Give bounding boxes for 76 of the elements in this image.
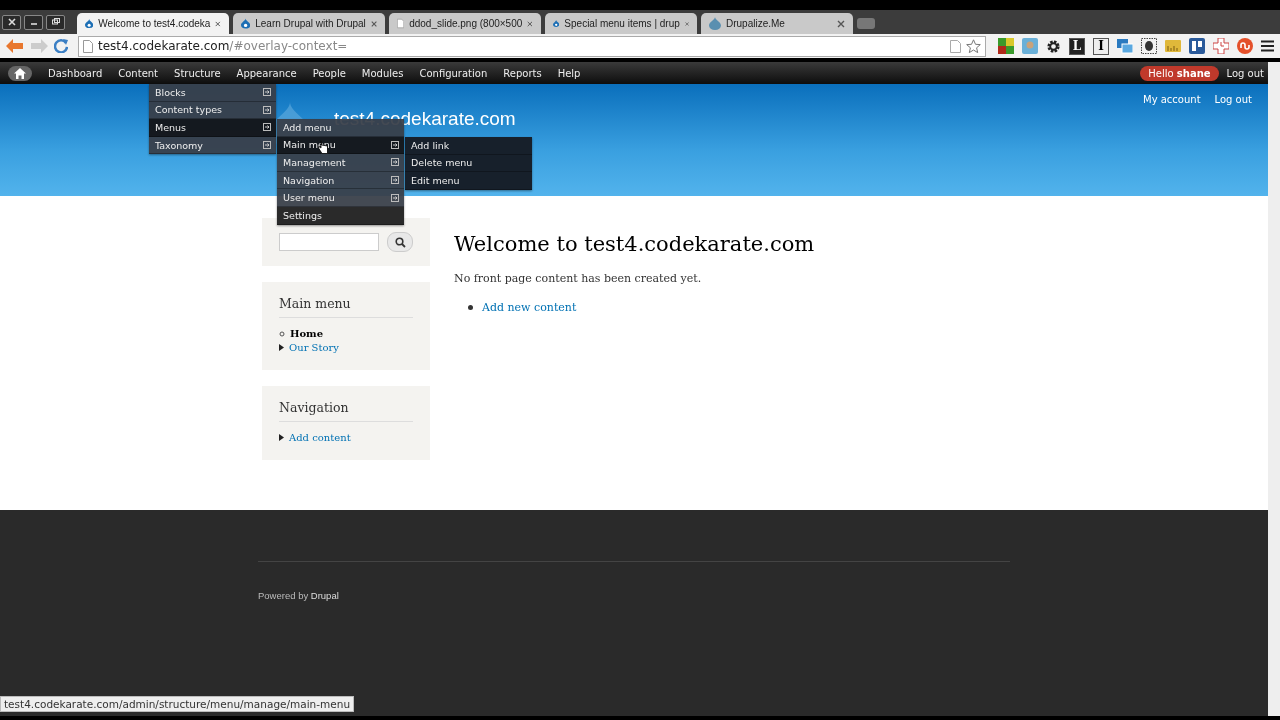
tab-title: Welcome to test4.codeka xyxy=(98,18,211,29)
triangle-icon xyxy=(279,344,284,351)
toolbar-link[interactable]: Modules xyxy=(353,67,412,79)
page-icon xyxy=(83,39,93,53)
page-icon[interactable] xyxy=(950,39,961,53)
empty-message: No front page content has been created yet. xyxy=(454,272,703,285)
toolbar-link[interactable]: People xyxy=(304,67,354,79)
close-icon[interactable] xyxy=(2,14,21,30)
header-link[interactable]: Log out xyxy=(1214,94,1252,105)
menu-icon[interactable] xyxy=(1261,40,1274,52)
letter-icon[interactable]: L xyxy=(1069,37,1085,55)
triangle-icon xyxy=(279,434,284,441)
cross-icon[interactable] xyxy=(1213,38,1229,54)
minimize-icon[interactable] xyxy=(24,14,43,30)
toolbar-link[interactable]: Configuration xyxy=(411,67,496,79)
screens-icon[interactable] xyxy=(1117,38,1133,54)
block-title: Main menu xyxy=(279,296,413,318)
browser-tab[interactable]: Welcome to test4.codeka xyxy=(77,13,229,34)
tab-title: Special menu items | drup xyxy=(564,18,680,29)
toolbar-link[interactable]: Content xyxy=(110,67,167,79)
letter-icon[interactable]: I xyxy=(1093,37,1109,55)
tab-title: Drupalize.Me xyxy=(726,18,786,29)
page-title: Welcome to test4.codekarate.com xyxy=(454,232,816,256)
url-text: test4.codekarate.com/#overlay-context= xyxy=(98,39,348,53)
menu-link[interactable]: Our Story xyxy=(289,342,339,353)
browser-tab[interactable]: ddod_slide.png (800×500 xyxy=(389,13,541,34)
header-link[interactable]: My account xyxy=(1143,94,1201,105)
toolbar-link[interactable]: Dashboard xyxy=(40,67,111,79)
expand-icon xyxy=(263,105,271,114)
toolbar-link[interactable]: Appearance xyxy=(228,67,305,79)
expand-icon xyxy=(263,88,271,97)
logout-link[interactable]: Log out xyxy=(1218,67,1272,79)
toolbar-link[interactable]: Reports xyxy=(495,67,550,79)
add-content-link[interactable]: Add new content xyxy=(482,301,577,314)
address-bar[interactable]: test4.codekarate.com/#overlay-context= xyxy=(78,35,986,57)
close-icon[interactable] xyxy=(837,19,845,28)
tab-title: ddod_slide.png (800×500 xyxy=(409,18,523,29)
color-grid-icon[interactable] xyxy=(998,38,1014,54)
user-greeting-badge[interactable]: Hello shane xyxy=(1140,65,1219,81)
menu-item[interactable]: Edit menu xyxy=(405,172,532,190)
bullet-icon xyxy=(279,330,285,337)
menu-item[interactable]: Add menu xyxy=(277,119,404,137)
menu-item[interactable]: Menus xyxy=(149,119,276,137)
menu-item[interactable]: Management xyxy=(277,154,404,172)
search-field[interactable] xyxy=(279,233,379,251)
page-icon xyxy=(397,17,405,30)
menu-item[interactable]: Add link xyxy=(405,137,532,155)
menu-link[interactable]: Home xyxy=(290,328,324,339)
toolbar-link[interactable]: Help xyxy=(549,67,589,79)
footer-text: Powered by Drupal xyxy=(258,590,339,601)
browser-tab[interactable]: Drupalize.Me xyxy=(701,13,853,34)
drop-icon xyxy=(85,17,94,30)
status-url: test4.codekarate.com/admin/structure/menu/manage/main-menu xyxy=(0,696,355,712)
menu-link[interactable]: Add content xyxy=(289,432,351,443)
restore-icon[interactable] xyxy=(46,14,65,30)
browser-tab[interactable]: Learn Drupal with Drupal xyxy=(233,13,385,34)
gear-icon[interactable] xyxy=(1046,38,1061,54)
drop-icon xyxy=(241,17,251,30)
drop-icon xyxy=(709,17,721,30)
reload-icon[interactable] xyxy=(54,39,68,53)
menu-item[interactable]: User menu xyxy=(277,189,404,207)
tab-title: Learn Drupal with Drupal xyxy=(255,18,366,29)
search-button[interactable] xyxy=(387,232,413,252)
scrollbar[interactable] xyxy=(1268,62,1280,716)
search-icon xyxy=(394,236,406,248)
browser-tab[interactable]: Special menu items | drup xyxy=(545,13,697,34)
block-title: Navigation xyxy=(279,400,413,422)
expand-icon xyxy=(263,123,271,132)
toolbar-link[interactable]: Structure xyxy=(166,67,229,79)
home-button[interactable] xyxy=(8,65,32,81)
stumble-icon[interactable] xyxy=(1237,38,1253,54)
back-icon[interactable] xyxy=(6,39,24,53)
menu-item[interactable]: Blocks xyxy=(149,84,276,102)
expand-icon xyxy=(263,141,271,150)
board-icon[interactable] xyxy=(1189,38,1205,54)
star-icon[interactable] xyxy=(966,38,981,54)
